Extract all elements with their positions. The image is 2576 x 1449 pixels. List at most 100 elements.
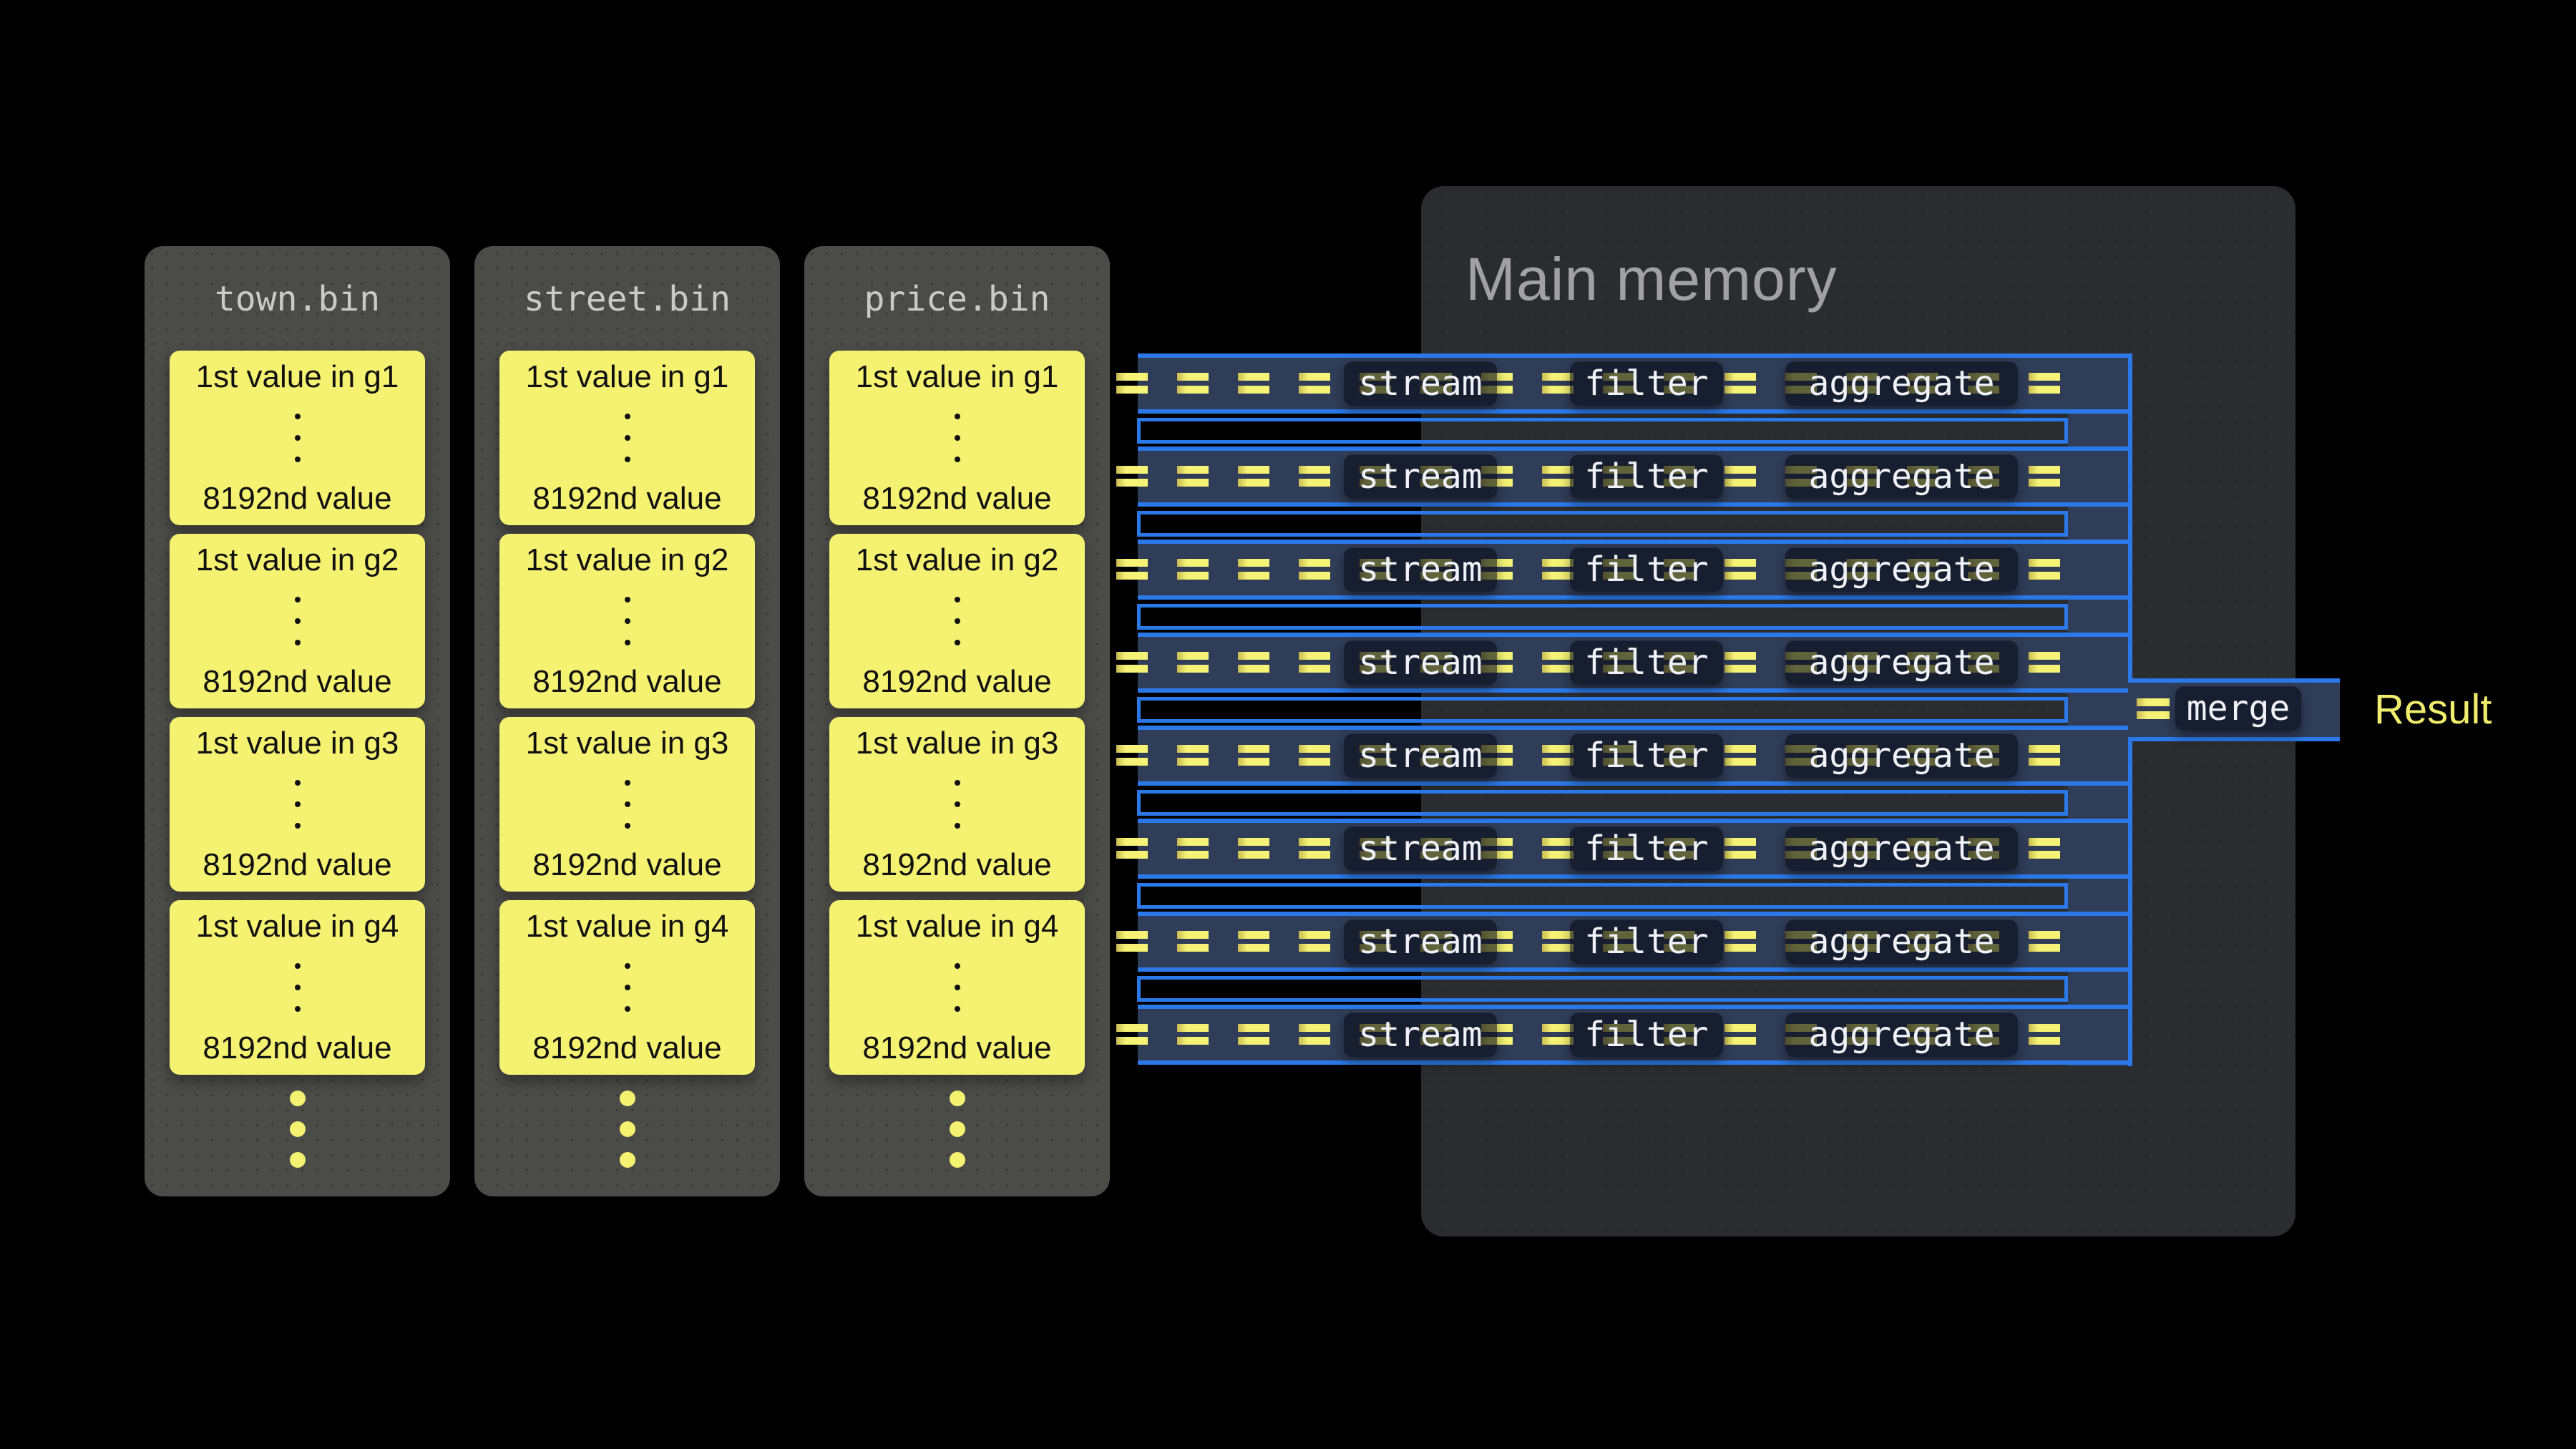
group-last-label: 8192nd value	[862, 665, 1051, 698]
ellipsis-dot	[950, 1091, 965, 1106]
group-first-label: 1st value in g4	[856, 910, 1059, 943]
file-card-street: street.bin 1st value in g1 8192nd value …	[474, 246, 780, 1196]
group-box: 1st value in g2 8192nd value	[829, 534, 1085, 708]
op-stream: stream	[1344, 1013, 1497, 1057]
ellipsis-dot	[290, 1121, 306, 1137]
group-last-label: 8192nd value	[862, 1032, 1051, 1065]
ellipsis-dot	[955, 985, 960, 990]
group-last-label: 8192nd value	[532, 482, 721, 515]
op-filter: filter	[1570, 547, 1723, 592]
ellipsis-dot	[955, 823, 960, 829]
op-aggregate: aggregate	[1785, 547, 2018, 592]
vertical-ellipsis-icon	[295, 780, 301, 829]
vertical-ellipsis-icon	[625, 597, 630, 645]
diagram-canvas: Main memory merge Result town.bin 1st va…	[0, 0, 2576, 1449]
group-last-label: 8192nd value	[203, 1032, 391, 1065]
more-groups-ellipsis-icon	[145, 1091, 450, 1168]
ellipsis-dot	[625, 801, 630, 807]
pipeline-connector	[1137, 883, 2068, 909]
group-box: 1st value in g4 8192nd value	[829, 900, 1085, 1075]
ellipsis-dot	[955, 801, 960, 807]
ellipsis-dot	[625, 1006, 630, 1012]
vertical-ellipsis-icon	[625, 963, 630, 1012]
vertical-ellipsis-icon	[955, 780, 960, 829]
op-stream: stream	[1344, 454, 1497, 499]
group-box: 1st value in g3 8192nd value	[829, 717, 1085, 892]
vertical-ellipsis-icon	[955, 963, 960, 1012]
group-box: 1st value in g1 8192nd value	[170, 351, 425, 525]
more-groups-ellipsis-icon	[804, 1091, 1110, 1168]
ellipsis-dot	[295, 640, 301, 645]
ellipsis-dot	[625, 640, 630, 645]
ellipsis-dot	[290, 1091, 306, 1106]
result-label: Result	[2374, 678, 2492, 741]
op-stream: stream	[1344, 547, 1497, 592]
group-first-label: 1st value in g3	[196, 727, 399, 760]
op-stream: stream	[1344, 361, 1497, 406]
vertical-ellipsis-icon	[295, 414, 301, 462]
group-first-label: 1st value in g1	[196, 361, 399, 394]
pipeline-row: stream filter aggregate	[1138, 353, 2132, 414]
ellipsis-dot	[620, 1091, 635, 1106]
group-box: 1st value in g2 8192nd value	[170, 534, 425, 708]
group-first-label: 1st value in g4	[196, 910, 399, 943]
data-stream-icon	[2137, 711, 2170, 719]
pipeline-connector	[1137, 604, 2068, 630]
ellipsis-dot	[625, 963, 630, 969]
op-stream: stream	[1344, 826, 1497, 871]
vertical-ellipsis-icon	[625, 414, 630, 462]
ellipsis-dot	[295, 414, 301, 419]
pipeline-row: stream filter aggregate	[1138, 819, 2132, 879]
pipeline-row: stream filter aggregate	[1138, 912, 2132, 972]
group-box: 1st value in g1 8192nd value	[829, 351, 1085, 525]
op-aggregate: aggregate	[1785, 826, 2018, 871]
file-card-price: price.bin 1st value in g1 8192nd value 1…	[804, 246, 1110, 1196]
main-memory-title: Main memory	[1465, 245, 1838, 314]
pipeline-row: stream filter aggregate	[1138, 633, 2132, 693]
ellipsis-dot	[295, 597, 301, 602]
ellipsis-dot	[955, 640, 960, 645]
ellipsis-dot	[955, 963, 960, 969]
op-aggregate: aggregate	[1785, 640, 2018, 685]
ellipsis-dot	[955, 414, 960, 419]
file-card-town: town.bin 1st value in g1 8192nd value 1s…	[145, 246, 450, 1196]
ellipsis-dot	[295, 985, 301, 990]
ellipsis-dot	[950, 1121, 965, 1137]
op-aggregate: aggregate	[1785, 1013, 2018, 1057]
pipeline-row: stream filter aggregate	[1138, 726, 2132, 786]
op-aggregate: aggregate	[1785, 919, 2018, 964]
ellipsis-dot	[625, 823, 630, 829]
merge-band: merge	[2128, 678, 2340, 741]
ellipsis-dot	[955, 618, 960, 624]
ellipsis-dot	[955, 435, 960, 441]
op-stream: stream	[1344, 733, 1497, 778]
op-filter: filter	[1570, 733, 1723, 778]
file-title: town.bin	[145, 279, 450, 319]
group-box: 1st value in g4 8192nd value	[170, 900, 425, 1075]
ellipsis-dot	[625, 985, 630, 990]
ellipsis-dot	[625, 618, 630, 624]
group-box: 1st value in g4 8192nd value	[499, 900, 755, 1075]
ellipsis-dot	[625, 457, 630, 462]
more-groups-ellipsis-icon	[474, 1091, 780, 1168]
op-filter: filter	[1570, 454, 1723, 499]
ellipsis-dot	[625, 597, 630, 602]
ellipsis-dot	[955, 597, 960, 602]
group-last-label: 8192nd value	[862, 482, 1051, 515]
pipeline-row: stream filter aggregate	[1138, 1005, 2132, 1065]
group-first-label: 1st value in g1	[856, 361, 1059, 394]
group-first-label: 1st value in g2	[856, 544, 1059, 577]
group-last-label: 8192nd value	[203, 665, 391, 698]
ellipsis-dot	[955, 780, 960, 786]
group-last-label: 8192nd value	[862, 849, 1051, 882]
vertical-ellipsis-icon	[295, 963, 301, 1012]
group-first-label: 1st value in g2	[526, 544, 729, 577]
ellipsis-dot	[295, 1006, 301, 1012]
pipeline-connector	[1137, 976, 2068, 1002]
vertical-ellipsis-icon	[295, 597, 301, 645]
vertical-ellipsis-icon	[955, 414, 960, 462]
ellipsis-dot	[295, 963, 301, 969]
group-last-label: 8192nd value	[532, 849, 721, 882]
file-title: price.bin	[804, 279, 1110, 319]
ellipsis-dot	[295, 801, 301, 807]
